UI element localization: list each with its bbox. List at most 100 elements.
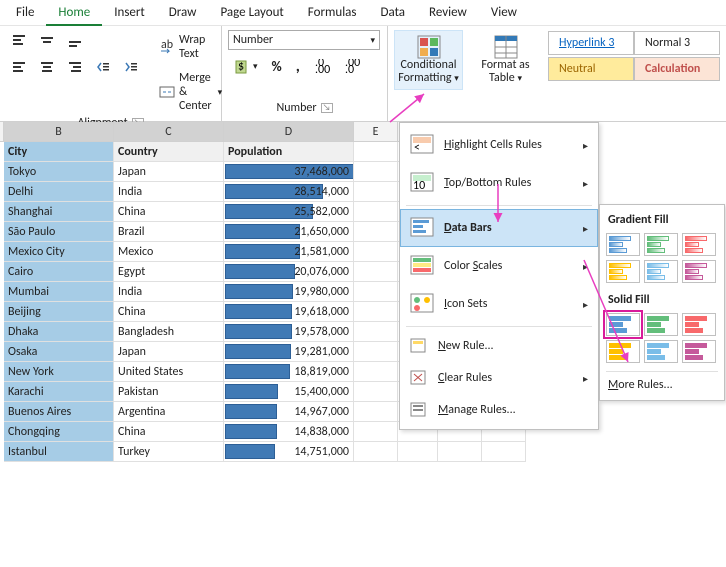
menu-draw[interactable]: Draw <box>157 1 209 24</box>
cell[interactable] <box>398 442 438 462</box>
gradient-databar-swatch[interactable] <box>644 260 678 283</box>
cell[interactable]: United States <box>114 362 224 382</box>
cell[interactable] <box>354 322 398 342</box>
cell[interactable]: 14,751,000 <box>224 442 354 462</box>
cell[interactable]: 28,514,000 <box>224 182 354 202</box>
cf-color-scales-item[interactable]: Color Scales▸ <box>400 247 598 285</box>
cell[interactable] <box>354 302 398 322</box>
cell[interactable]: 25,582,000 <box>224 202 354 222</box>
cell[interactable] <box>354 382 398 402</box>
cell[interactable]: 14,838,000 <box>224 422 354 442</box>
decrease-decimal-button[interactable]: .00.0 <box>339 54 365 79</box>
cell[interactable]: 37,468,000 <box>224 162 354 182</box>
cell[interactable]: Istanbul <box>4 442 114 462</box>
wrap-text-button[interactable]: abWrap Text <box>154 30 227 64</box>
cell[interactable]: India <box>114 282 224 302</box>
cell[interactable]: City <box>4 142 114 162</box>
menu-review[interactable]: Review <box>417 1 479 24</box>
cell[interactable]: Shanghai <box>4 202 114 222</box>
cell[interactable]: Cairo <box>4 262 114 282</box>
menu-page-layout[interactable]: Page Layout <box>208 1 295 24</box>
align-right-button[interactable] <box>62 56 88 78</box>
cell[interactable]: Brazil <box>114 222 224 242</box>
menu-file[interactable]: File <box>4 1 46 24</box>
gradient-databar-swatch[interactable] <box>644 233 678 256</box>
cf-top-bottom-item[interactable]: 10 Top/Bottom Rules▸ <box>400 164 598 202</box>
cell[interactable]: 19,281,000 <box>224 342 354 362</box>
cell[interactable]: 18,819,000 <box>224 362 354 382</box>
cell-style-calculation[interactable]: Calculation <box>634 57 720 81</box>
column-header-D[interactable]: D <box>224 122 354 142</box>
gradient-databar-swatch[interactable] <box>682 260 716 283</box>
cell[interactable]: Population <box>224 142 354 162</box>
cell[interactable]: 20,076,000 <box>224 262 354 282</box>
increase-indent-button[interactable] <box>118 56 144 78</box>
cell[interactable]: Buenos Aires <box>4 402 114 422</box>
format-as-table-button[interactable]: Format asTable ▾ <box>471 30 540 90</box>
cf-clear-rules-item[interactable]: Clear Rules▸ <box>400 362 598 394</box>
cell[interactable]: New York <box>4 362 114 382</box>
cell[interactable]: Pakistan <box>114 382 224 402</box>
align-center-button[interactable] <box>34 56 60 78</box>
increase-decimal-button[interactable]: .0.00 <box>309 54 335 79</box>
menu-home[interactable]: Home <box>46 1 102 26</box>
cell[interactable]: 21,581,000 <box>224 242 354 262</box>
cell[interactable]: São Paulo <box>4 222 114 242</box>
cell[interactable]: India <box>114 182 224 202</box>
cell[interactable]: Argentina <box>114 402 224 422</box>
cf-icon-sets-item[interactable]: Icon Sets▸ <box>400 285 598 323</box>
cell[interactable]: Osaka <box>4 342 114 362</box>
cell[interactable] <box>354 222 398 242</box>
column-header-E[interactable]: E <box>354 122 398 142</box>
cell[interactable] <box>438 442 482 462</box>
merge-center-button[interactable]: Merge & Center▾ <box>154 68 227 116</box>
cell[interactable] <box>354 282 398 302</box>
cell[interactable] <box>354 262 398 282</box>
menu-insert[interactable]: Insert <box>102 1 157 24</box>
cell[interactable]: 21,650,000 <box>224 222 354 242</box>
cell[interactable]: Mexico City <box>4 242 114 262</box>
cell[interactable]: Beijing <box>4 302 114 322</box>
cell[interactable]: Delhi <box>4 182 114 202</box>
gradient-databar-swatch[interactable] <box>682 233 716 256</box>
cell[interactable]: Japan <box>114 162 224 182</box>
cell[interactable] <box>354 442 398 462</box>
cf-highlight-cells-item[interactable]: < Highlight Cells Rules▸ <box>400 126 598 164</box>
cell[interactable]: China <box>114 202 224 222</box>
menu-view[interactable]: View <box>479 1 529 24</box>
gradient-databar-swatch[interactable] <box>606 260 640 283</box>
cell[interactable]: Dhaka <box>4 322 114 342</box>
solid-databar-swatch[interactable] <box>644 313 678 336</box>
align-left-button[interactable] <box>6 56 32 78</box>
cf-new-rule-item[interactable]: New Rule... <box>400 330 598 362</box>
cell[interactable] <box>354 362 398 382</box>
cell[interactable] <box>354 402 398 422</box>
conditional-formatting-button[interactable]: ConditionalFormatting ▾ <box>394 30 463 90</box>
cell-style-hyperlink[interactable]: Hyperlink 3 <box>548 31 634 55</box>
cell[interactable]: Japan <box>114 342 224 362</box>
cell[interactable] <box>354 242 398 262</box>
cell[interactable]: China <box>114 302 224 322</box>
cf-data-bars-item[interactable]: Data Bars▸ <box>400 209 598 247</box>
solid-databar-swatch[interactable] <box>682 313 716 336</box>
cell[interactable]: China <box>114 422 224 442</box>
solid-databar-swatch[interactable] <box>606 313 640 336</box>
cell[interactable]: 19,618,000 <box>224 302 354 322</box>
cell[interactable]: Egypt <box>114 262 224 282</box>
cell[interactable] <box>354 162 398 182</box>
decrease-indent-button[interactable] <box>90 56 116 78</box>
cell[interactable]: Country <box>114 142 224 162</box>
column-header-C[interactable]: C <box>114 122 224 142</box>
cell[interactable]: 19,980,000 <box>224 282 354 302</box>
cell[interactable]: Mumbai <box>4 282 114 302</box>
cf-manage-rules-item[interactable]: Manage Rules... <box>400 394 598 426</box>
align-bottom-button[interactable] <box>62 30 88 52</box>
cell[interactable]: Mexico <box>114 242 224 262</box>
cell[interactable] <box>354 142 398 162</box>
cell-style-normal[interactable]: Normal 3 <box>634 31 720 55</box>
number-launcher-icon[interactable]: ↘ <box>321 103 333 113</box>
cell[interactable]: 19,578,000 <box>224 322 354 342</box>
cell[interactable]: Karachi <box>4 382 114 402</box>
cell[interactable]: 14,967,000 <box>224 402 354 422</box>
percent-button[interactable]: % <box>267 54 287 79</box>
